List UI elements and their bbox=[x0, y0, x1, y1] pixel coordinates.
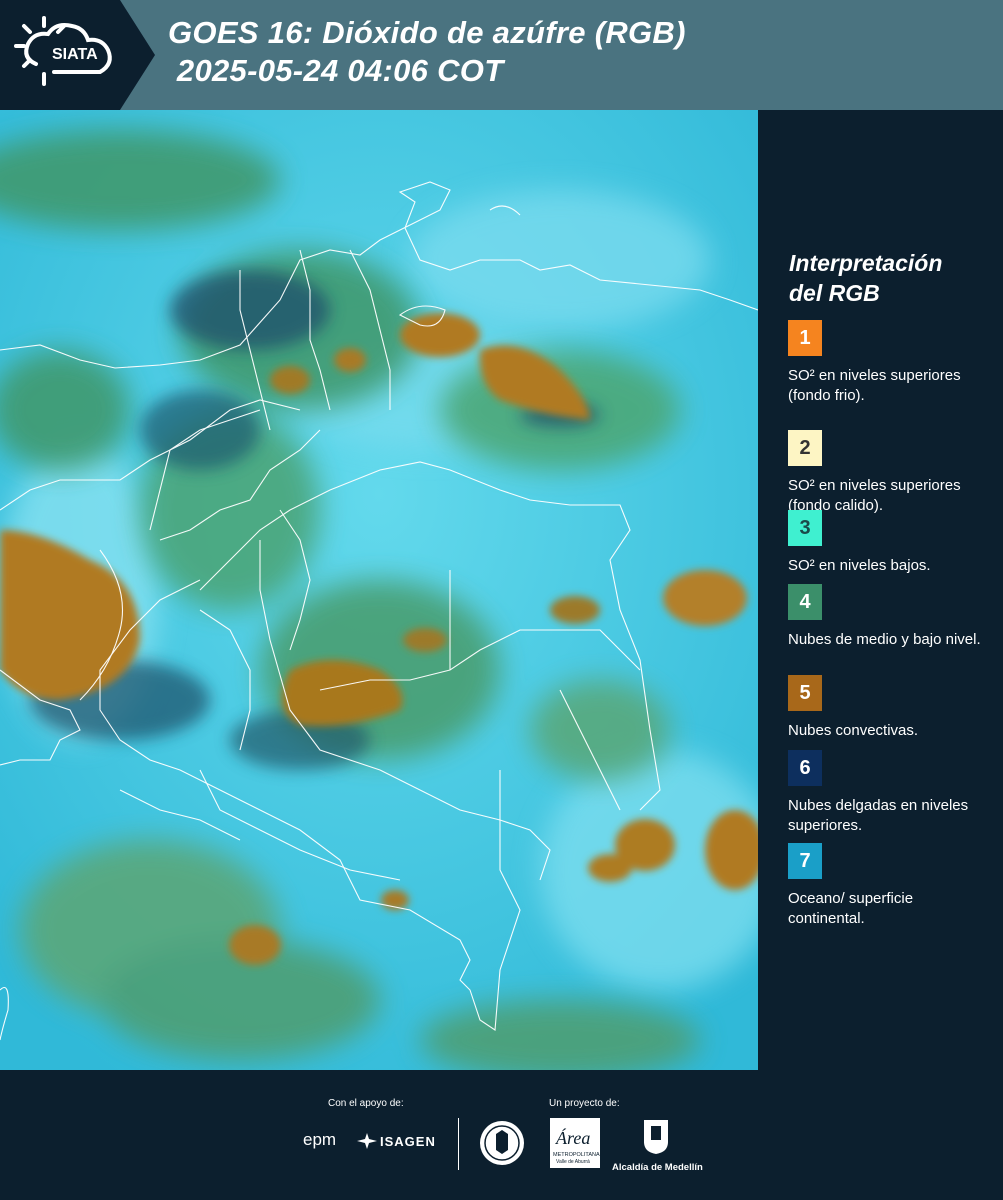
title-line-1: GOES 16: Dióxido de azúfre (RGB) bbox=[168, 15, 686, 50]
satellite-map bbox=[0, 110, 760, 1070]
legend-item-2: 2 SO² en niveles superiores (fondo calido… bbox=[788, 430, 993, 516]
legend-title: Interpretación del RGB bbox=[789, 248, 942, 308]
legend-item-label: SO² en niveles bajos. bbox=[788, 557, 931, 574]
legend-item-1: 1 SO² en niveles superiores (fondo frio). bbox=[788, 320, 993, 406]
project-label: Un proyecto de: bbox=[549, 1098, 620, 1109]
epm-logo: epm bbox=[303, 1130, 337, 1149]
legend-swatch: 4 bbox=[788, 584, 822, 620]
legend-swatch: 1 bbox=[788, 320, 822, 356]
alcaldia-label: Alcaldía de Medellín bbox=[612, 1162, 703, 1173]
legend-swatch: 2 bbox=[788, 430, 822, 466]
footer: Con el apoyo de: Un proyecto de: epm ISA… bbox=[0, 1070, 1003, 1200]
legend-item-label: SO² en niveles superiores (fondo frio). bbox=[788, 367, 961, 404]
area-metropolitana-logo: Área METROPOLITANA Valle de Aburrá bbox=[550, 1118, 600, 1168]
svg-text:METROPOLITANA: METROPOLITANA bbox=[553, 1152, 600, 1158]
legend-item-6: 6 Nubes delgadas en niveles superiores. bbox=[788, 750, 993, 836]
legend-item-3: 3 SO² en niveles bajos. bbox=[788, 510, 993, 576]
page-title: GOES 16: Dióxido de azúfre (RGB) 2025-05… bbox=[168, 14, 686, 90]
legend-item-4: 4 Nubes de medio y bajo nivel. bbox=[788, 584, 993, 650]
isagen-star-icon bbox=[357, 1133, 377, 1149]
legend-title-line-2: del RGB bbox=[789, 280, 880, 306]
legend-item-7: 7 Oceano/ superficie continental. bbox=[788, 843, 993, 929]
legend-panel: Interpretación del RGB 1 SO² en niveles s… bbox=[760, 110, 1003, 1070]
isagen-logo: ISAGEN bbox=[380, 1134, 436, 1149]
title-line-2: 2025-05-24 04:06 COT bbox=[168, 53, 504, 88]
legend-title-line-1: Interpretación bbox=[789, 250, 943, 276]
legend-swatch: 7 bbox=[788, 843, 822, 879]
svg-text:Valle de Aburrá: Valle de Aburrá bbox=[556, 1159, 590, 1165]
support-label: Con el apoyo de: bbox=[328, 1098, 404, 1109]
satellite-image bbox=[0, 110, 758, 1070]
header-bar: SIATA GOES 16: Dióxido de azúfre (RGB) 2… bbox=[0, 0, 1003, 110]
legend-swatch: 3 bbox=[788, 510, 822, 546]
university-seal-icon bbox=[480, 1121, 524, 1165]
svg-text:Área: Área bbox=[555, 1127, 590, 1148]
legend-swatch: 6 bbox=[788, 750, 822, 786]
sun-cloud-icon: SIATA bbox=[14, 16, 112, 86]
alcaldia-coat-of-arms-icon bbox=[644, 1120, 668, 1154]
legend-item-label: Nubes delgadas en niveles superiores. bbox=[788, 797, 969, 834]
svg-text:SIATA: SIATA bbox=[52, 46, 98, 63]
legend-item-5: 5 Nubes convectivas. bbox=[788, 675, 993, 741]
legend-swatch: 5 bbox=[788, 675, 822, 711]
legend-item-label: Nubes de medio y bajo nivel. bbox=[788, 631, 981, 648]
legend-item-label: Oceano/ superficie continental. bbox=[788, 890, 914, 927]
siata-logo: SIATA bbox=[0, 0, 155, 110]
legend-item-label: Nubes convectivas. bbox=[788, 722, 919, 739]
footer-divider bbox=[458, 1118, 459, 1170]
